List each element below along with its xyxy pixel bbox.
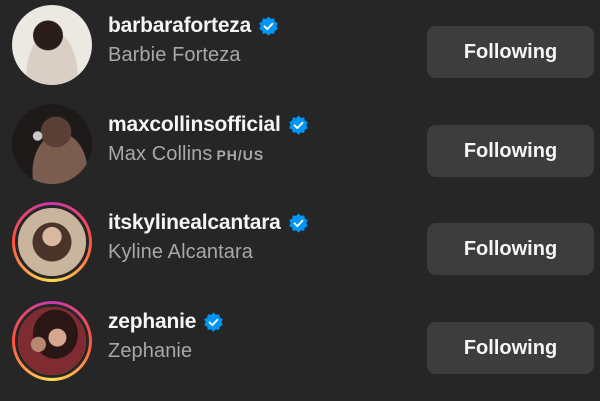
avatar-photo [18, 208, 86, 276]
account-row: zephanie Zephanie Following [0, 296, 600, 386]
username-text[interactable]: barbaraforteza [108, 14, 251, 38]
avatar[interactable] [12, 104, 92, 184]
following-button[interactable]: Following [427, 26, 594, 78]
avatar-photo [18, 307, 86, 375]
full-name: Barbie Forteza [108, 44, 279, 67]
following-button[interactable]: Following [427, 322, 594, 374]
account-row: maxcollinsofficial Max Collins PH/US Foll… [0, 99, 600, 189]
full-name-text: Kyline Alcantara [108, 241, 254, 263]
following-button[interactable]: Following [427, 125, 594, 177]
username-text[interactable]: zephanie [108, 310, 196, 334]
full-name: Kyline Alcantara [108, 241, 309, 264]
username-text[interactable]: maxcollinsofficial [108, 113, 281, 137]
verified-badge-icon [288, 115, 308, 135]
account-row: itskylinealcantara Kyline Alcantara Foll… [0, 197, 600, 287]
full-name: Max Collins PH/US [108, 143, 309, 166]
username[interactable]: zephanie [108, 310, 224, 334]
verified-badge-icon [204, 312, 224, 332]
avatar-photo [12, 5, 92, 85]
account-row: barbaraforteza Barbie Forteza Following [0, 0, 600, 90]
username[interactable]: maxcollinsofficial [108, 113, 309, 137]
avatar-story-ring[interactable] [12, 202, 92, 282]
username[interactable]: itskylinealcantara [108, 211, 309, 235]
full-name-text: Zephanie [108, 340, 193, 362]
verified-badge-icon [288, 213, 308, 233]
full-name-text: Max Collins [108, 143, 213, 165]
following-button[interactable]: Following [427, 223, 594, 275]
avatar-story-ring[interactable] [12, 301, 92, 381]
pronoun-label: PH/US [216, 147, 265, 163]
full-name-text: Barbie Forteza [108, 44, 241, 66]
username-text[interactable]: itskylinealcantara [108, 211, 281, 235]
avatar[interactable] [12, 5, 92, 85]
username[interactable]: barbaraforteza [108, 14, 279, 38]
avatar-photo [12, 104, 92, 184]
full-name: Zephanie [108, 340, 224, 363]
verified-badge-icon [259, 16, 278, 36]
